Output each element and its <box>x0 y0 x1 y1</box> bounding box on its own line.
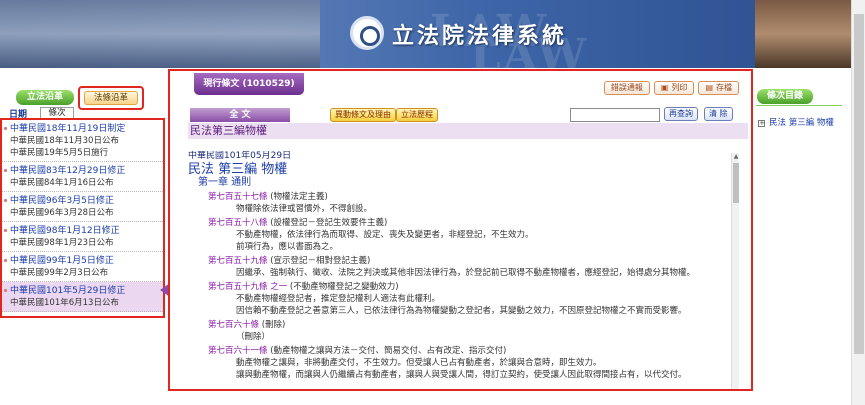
law-name: 民法 第三編 物權 <box>188 162 288 177</box>
legislative-process-button[interactable]: 立法歷程 <box>396 108 438 122</box>
legislative-yuan-logo <box>350 16 384 50</box>
tab-article-toc[interactable]: 條次目錄 <box>757 89 813 104</box>
document-icon: ▤ <box>705 83 713 92</box>
article: 第七百六十條 (刪除) （刪除） <box>188 319 734 343</box>
article-number[interactable]: 第七百五十八條 <box>208 218 268 228</box>
toc-item-label[interactable]: 民法 第三編 物權 <box>769 118 834 128</box>
article: 第七百五十七條 (物權法定主義) 物權除依法律或習慣外，不得創設。 <box>188 191 734 215</box>
article-number[interactable]: 第七百六十一條 <box>208 346 268 356</box>
article-text: 不動產物權經登記者，推定登記權利人適法有此權利。 <box>236 294 441 304</box>
history-item-title[interactable]: 中華民國83年12月29日修正 <box>10 165 163 177</box>
law-content-panel: 現行條文 (1010529) 錯誤通報 ▣ 列印 ▤ 存檔 全 文 異動條文及理由 … <box>168 69 753 391</box>
save-label: 存檔 <box>716 83 732 92</box>
article-number[interactable]: 第七百六十條 <box>208 320 259 330</box>
history-item-date: 中華民國84年1月16日公布 <box>10 178 114 188</box>
history-item-date: 中華民國98年1月23日公布 <box>10 238 114 248</box>
site-banner: LAW LAW 立法院法律系統 <box>0 0 865 68</box>
scroll-up-arrow-icon[interactable]: ▲ <box>732 153 740 161</box>
article-title: (動產物權之讓與方法－交付、簡易交付、占有改定、指示交付) <box>270 346 507 356</box>
history-item[interactable]: 中華民國18年11月19日制定 中華民國18年11月30日公布 中華民國19年5… <box>2 120 163 162</box>
banner-photo-left <box>0 0 320 68</box>
article-number[interactable]: 第七百五十七條 <box>208 192 268 202</box>
article-text: 讓與動產物權，而讓與人仍繼續占有動產者，讓與人與受讓人間，得訂立契約，使受讓人因… <box>236 370 687 380</box>
history-item-date: 中華民國19年5月5日施行 <box>10 148 109 158</box>
article: 第七百六十一條 (動產物權之讓與方法－交付、簡易交付、占有改定、指示交付) 動產… <box>188 345 734 381</box>
article-text: 因信賴不動產登記之善意第三人，已依法律行為為物權變動之登記者，其變動之效力，不因… <box>236 306 687 316</box>
history-item-date: 中華民國96年3月28日公布 <box>10 208 114 218</box>
error-report-label: 錯誤通報 <box>610 83 643 92</box>
article: 第七百五十九條 之一 (不動產物權登記之變動效力) 不動產物權經登記者，推定登記… <box>188 281 734 317</box>
print-label: 列印 <box>671 83 688 92</box>
page-scroll-thumb[interactable] <box>854 14 864 354</box>
tab-legislative-history[interactable]: 立法沿革 <box>16 90 74 105</box>
article-text: 動產物權之讓與，非將動產交付，不生效力。但受讓人已占有動產者，於讓與合意時，即生… <box>236 358 602 368</box>
article-text: （刪除） <box>236 332 271 342</box>
amended-articles-button[interactable]: 異動條文及理由 <box>330 108 396 122</box>
save-button[interactable]: ▤ 存檔 <box>698 81 739 95</box>
history-item[interactable]: 中華民國99年1月5日修正 中華民國99年2月3日公布 <box>2 252 163 282</box>
history-item-title[interactable]: 中華民國18年11月19日制定 <box>10 123 163 135</box>
page-scrollbar[interactable] <box>851 0 865 405</box>
history-item-title[interactable]: 中華民國96年3月5日修正 <box>10 195 163 207</box>
content-scroll-thumb[interactable] <box>733 163 739 203</box>
search-again-button[interactable]: 再查詢 <box>664 107 698 121</box>
history-item-date: 中華民國99年2月3日公布 <box>10 268 109 278</box>
history-item[interactable]: 中華民國96年3月5日修正 中華民國96年3月28日公布 <box>2 192 163 222</box>
article-title: (物權法定主義) <box>270 192 328 202</box>
clear-button[interactable]: 清 除 <box>704 107 733 121</box>
history-item-date: 中華民國18年11月30日公布 <box>10 136 119 146</box>
history-item-title[interactable]: 中華民國99年1月5日修正 <box>10 255 163 267</box>
expand-plus-icon[interactable]: + <box>758 120 765 127</box>
article-number[interactable]: 第七百五十九條 <box>208 256 268 266</box>
content-scrollbar[interactable]: ▲ <box>731 153 740 389</box>
history-item-title[interactable]: 中華民國98年1月12日修正 <box>10 225 163 237</box>
error-report-button[interactable]: 錯誤通報 <box>603 81 650 95</box>
article: 第七百五十九條 (宣示登記－相對登記主義) 因繼承、強制執行、徵收、法院之判決或… <box>188 255 734 279</box>
article-title: (宣示登記－相對登記主義) <box>270 256 371 266</box>
search-input[interactable] <box>570 108 660 122</box>
toc-divider <box>756 105 842 106</box>
page: LAW LAW 立法院法律系統 立法沿革 法條沿革 日期 條次 中華民國18年1… <box>0 0 865 405</box>
article-text: 因繼承、強制執行、徵收、法院之判決或其他非因法律行為，於登記前已取得不動產物權者… <box>236 268 696 278</box>
tab-current-version[interactable]: 現行條文 (1010529) <box>194 73 304 95</box>
article-title: (不動產物權登記之變動效力) <box>289 282 399 292</box>
article: 第七百五十八條 (設權登記－登記生效要件主義) 不動產物權，依法律行為而取得、設… <box>188 217 734 253</box>
article-text: 物權除依法律或習慣外，不得創設。 <box>236 204 373 214</box>
article-title: (刪除) <box>261 320 286 330</box>
law-date: 中華民國101年05月29日 <box>188 151 292 161</box>
banner-photo-right <box>755 0 865 68</box>
article-text: 不動產物權，依法律行為而取得、設定、喪失及變更者，非經登記，不生效力。 <box>236 230 534 240</box>
article-text: 前項行為，應以書面為之。 <box>236 242 339 252</box>
history-item[interactable]: 中華民國83年12月29日修正 中華民國84年1月16日公布 <box>2 162 163 192</box>
fulltext-tab[interactable]: 全 文 <box>190 108 290 122</box>
chapter-title: 第一章 通則 <box>198 177 252 188</box>
law-text-area: 中華民國101年05月29日 民法 第三編 物權 第一章 通則 第七百五十七條 … <box>188 151 734 389</box>
print-button[interactable]: ▣ 列印 <box>653 81 695 95</box>
site-title: 立法院法律系統 <box>392 24 568 49</box>
tab-article-history[interactable]: 法條沿革 <box>84 91 138 105</box>
history-item-title[interactable]: 中華民國101年5月29日修正 <box>10 285 163 297</box>
law-section-title: 民法第三編物權 <box>188 123 748 139</box>
history-item-date: 中華民國101年6月13日公布 <box>10 298 119 308</box>
toolbar: 錯誤通報 ▣ 列印 ▤ 存檔 <box>603 81 739 95</box>
left-tab-bar: 立法沿革 法條沿革 <box>3 86 163 110</box>
history-list: 中華民國18年11月19日制定 中華民國18年11月30日公布 中華民國19年5… <box>0 118 165 318</box>
toc-item[interactable]: + 民法 第三編 物權 <box>758 116 834 128</box>
article-title: (設權登記－登記生效要件主義) <box>270 218 388 228</box>
article-number[interactable]: 第七百五十九條 之一 <box>208 282 287 292</box>
printer-icon: ▣ <box>660 83 669 92</box>
history-item[interactable]: 中華民國98年1月12日修正 中華民國98年1月23日公布 <box>2 222 163 252</box>
history-item-active[interactable]: 中華民國101年5月29日修正 中華民國101年6月13日公布 <box>2 282 163 312</box>
